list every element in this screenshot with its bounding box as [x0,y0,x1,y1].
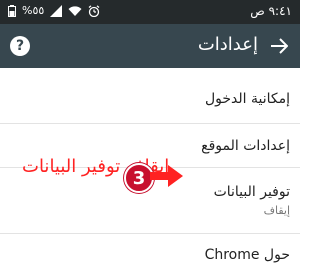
status-icons: %٥٥ [8,4,100,17]
battery-icon [8,4,16,17]
row-title: إمكانية الدخول [204,91,290,107]
signal-icon [50,4,63,17]
settings-row-accessibility[interactable]: إمكانية الدخول [0,68,300,124]
row-title: حول Chrome [204,247,290,263]
row-title: توفير البيانات [213,184,290,200]
settings-row-about-chrome[interactable]: حول Chrome [0,234,300,278]
time-text: ٩:٤١ ص [250,4,292,18]
status-time: ٩:٤١ ص [250,4,292,18]
toolbar: إعدادات ? [0,24,300,68]
row-title: إعدادات الموقع [201,138,290,154]
status-bar: ٩:٤١ ص %٥٥ [0,0,300,24]
arrow-back-icon[interactable] [266,33,292,59]
battery-percent: %٥٥ [22,4,45,17]
arrow-right-icon [150,164,184,192]
alarm-icon [88,4,100,17]
page-title: إعدادات [197,34,258,55]
row-subtitle: إيقاف [263,204,290,217]
wifi-icon [68,5,82,17]
help-icon[interactable]: ? [10,36,30,56]
